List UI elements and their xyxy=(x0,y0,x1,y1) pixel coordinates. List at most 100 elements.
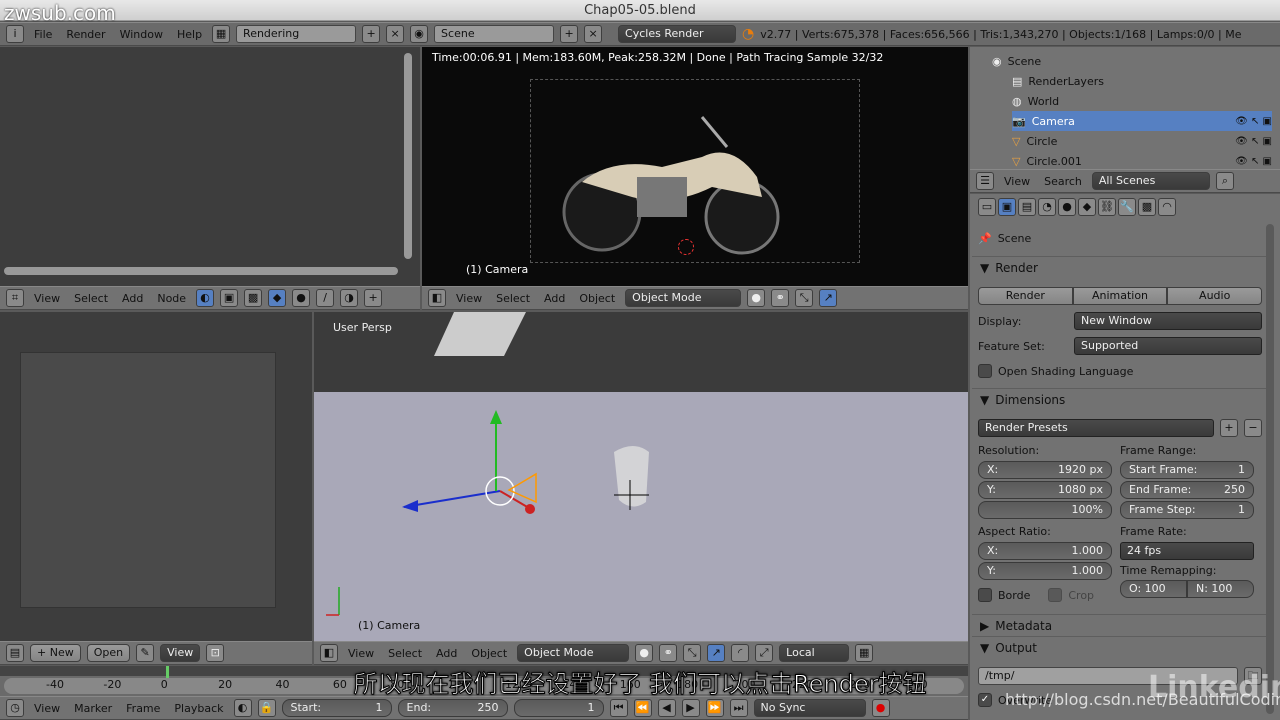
dimensions-panel-header[interactable]: ▼ Dimensions xyxy=(972,388,1266,410)
pivot-icon[interactable]: ⚭ xyxy=(659,644,678,662)
frame-rate-select[interactable]: 24 fps xyxy=(1120,542,1254,560)
menu-view[interactable]: View xyxy=(1000,175,1034,188)
pivot-icon[interactable]: ⚭ xyxy=(771,289,790,307)
render-view[interactable]: Time:00:06.91 | Mem:183.60M, Peak:258.32… xyxy=(422,47,968,286)
render-layers-tab-icon[interactable]: ▤ xyxy=(1018,198,1036,216)
editor-type-icon[interactable]: ▤ xyxy=(6,644,24,662)
translate-icon[interactable]: ↗ xyxy=(707,644,726,662)
current-frame-field[interactable]: 1 xyxy=(513,699,604,717)
manipulator-icon[interactable]: ⤡ xyxy=(683,644,702,662)
outliner-item[interactable]: ▤ RenderLayers xyxy=(1012,71,1272,91)
properties-scrollbar[interactable] xyxy=(1266,224,1274,714)
menu-view[interactable]: View xyxy=(452,292,486,305)
frame-step-field[interactable]: Frame Step: 1 xyxy=(1120,501,1254,519)
play-icon[interactable]: ▶ xyxy=(681,699,700,717)
vertical-scrollbar[interactable] xyxy=(404,53,412,259)
mode-select[interactable]: Object Mode xyxy=(517,644,630,662)
compositing-icon[interactable]: ▣ xyxy=(220,289,239,307)
menu-view[interactable]: View xyxy=(344,647,378,660)
next-key-icon[interactable]: ⏩ xyxy=(705,699,724,717)
menu-search[interactable]: Search xyxy=(1040,175,1086,188)
scale-icon[interactable]: ⤢ xyxy=(755,644,774,662)
scene-icon[interactable]: ◉ xyxy=(410,25,429,43)
keying-icon[interactable]: ◐ xyxy=(233,699,252,717)
node-editor[interactable] xyxy=(0,47,420,286)
menu-view[interactable]: View xyxy=(30,292,64,305)
material-icon[interactable]: ◑ xyxy=(340,289,359,307)
osl-checkbox[interactable] xyxy=(978,364,992,378)
outliner[interactable]: ◉ Scene ▤ RenderLayers ◍ World 📷 Camera 👁 ↖ ▣ ▽ Ci… xyxy=(970,47,1280,169)
menu-select[interactable]: Select xyxy=(384,647,426,660)
texture-icon[interactable]: ▩ xyxy=(244,289,263,307)
physics-tab-icon[interactable]: ◠ xyxy=(1158,198,1176,216)
resolution-y-field[interactable]: Y: 1080 px xyxy=(978,481,1112,499)
start-frame-field[interactable]: Start Frame: 1 xyxy=(1120,461,1254,479)
pin-icon[interactable]: 📌 xyxy=(978,232,992,245)
menu-add[interactable]: Add xyxy=(432,647,461,660)
editor-type-icon[interactable]: ☰ xyxy=(976,172,994,190)
scene-field[interactable]: Scene xyxy=(434,25,555,43)
shader-nodes-icon[interactable]: ◐ xyxy=(196,289,215,307)
prev-key-icon[interactable]: ⏪ xyxy=(633,699,652,717)
lock-icon[interactable]: 🔒 xyxy=(257,699,276,717)
info-editor-icon[interactable]: i xyxy=(6,25,24,43)
scene-tab-icon[interactable]: ◔ xyxy=(1038,198,1056,216)
add-preset-icon[interactable]: + xyxy=(1220,419,1238,437)
outliner-item[interactable]: ▽ Circle 👁 ↖ ▣ xyxy=(1012,131,1272,151)
manipulator-icon[interactable]: ⤡ xyxy=(795,289,814,307)
shading-icon[interactable]: ● xyxy=(635,644,654,662)
object-tab-icon[interactable]: ◆ xyxy=(1078,198,1096,216)
world-tab-icon[interactable]: ● xyxy=(1058,198,1076,216)
menu-select[interactable]: Select xyxy=(492,292,534,305)
editor-type-icon[interactable]: ▭ xyxy=(978,198,996,216)
translate-icon[interactable]: ↗ xyxy=(819,289,838,307)
editor-type-icon[interactable]: ⌗ xyxy=(6,289,24,307)
jump-end-icon[interactable]: ⏭ xyxy=(729,699,748,717)
render-engine-select[interactable]: Cycles Render xyxy=(618,25,737,43)
add-layout-icon[interactable]: + xyxy=(362,25,381,43)
resolution-percent-field[interactable]: 100% xyxy=(978,501,1112,519)
pivot-icon[interactable]: ⊡ xyxy=(206,644,225,662)
visibility-icons[interactable]: 👁 ↖ ▣ xyxy=(1235,116,1272,127)
end-frame-field[interactable]: End: 250 xyxy=(397,699,508,717)
editor-type-icon[interactable]: ◧ xyxy=(428,289,446,307)
remap-old-field[interactable]: O: 100 xyxy=(1120,580,1187,598)
render-presets-select[interactable]: Render Presets xyxy=(978,419,1214,437)
remove-preset-icon[interactable]: − xyxy=(1244,419,1262,437)
menu-file[interactable]: File xyxy=(30,28,56,41)
modifiers-tab-icon[interactable]: 🔧 xyxy=(1118,198,1136,216)
end-frame-field[interactable]: End Frame: 250 xyxy=(1120,481,1254,499)
pin-icon[interactable]: ✎ xyxy=(136,644,155,662)
menu-add[interactable]: Add xyxy=(540,292,569,305)
close-scene-icon[interactable]: × xyxy=(584,25,603,43)
menu-marker[interactable]: Marker xyxy=(70,702,116,715)
shading-icon[interactable]: ● xyxy=(747,289,766,307)
world-icon[interactable]: ● xyxy=(292,289,311,307)
add-icon[interactable]: + xyxy=(364,289,383,307)
render-tab-icon[interactable]: ▣ xyxy=(998,198,1016,216)
display-filter-select[interactable]: All Scenes xyxy=(1091,172,1210,190)
image-editor[interactable] xyxy=(0,312,312,641)
texture-tab-icon[interactable]: ▩ xyxy=(1138,198,1156,216)
menu-frame[interactable]: Frame xyxy=(122,702,164,715)
add-scene-icon[interactable]: + xyxy=(560,25,579,43)
outliner-item[interactable]: ◉ Scene xyxy=(992,51,1252,71)
view-mode-select[interactable]: View xyxy=(160,644,201,662)
editor-type-icon[interactable]: ◷ xyxy=(6,699,24,717)
rotate-icon[interactable]: ◜ xyxy=(731,644,750,662)
open-image-button[interactable]: Open xyxy=(86,644,131,662)
start-frame-field[interactable]: Start: 1 xyxy=(281,699,392,717)
visibility-icons[interactable]: 👁 ↖ ▣ xyxy=(1235,156,1272,167)
remap-new-field[interactable]: N: 100 xyxy=(1187,580,1254,598)
resolution-x-field[interactable]: X: 1920 px xyxy=(978,461,1112,479)
menu-add[interactable]: Add xyxy=(118,292,147,305)
object-icon[interactable]: ◆ xyxy=(268,289,287,307)
animation-button[interactable]: Animation xyxy=(1072,287,1168,305)
crop-checkbox[interactable] xyxy=(1048,588,1063,602)
outliner-item[interactable]: ◍ World xyxy=(1012,91,1272,111)
menu-select[interactable]: Select xyxy=(70,292,112,305)
layers-icon[interactable]: ▦ xyxy=(855,644,874,662)
render-panel-header[interactable]: ▼ Render xyxy=(972,256,1266,278)
record-icon[interactable]: ● xyxy=(871,699,890,717)
menu-render[interactable]: Render xyxy=(62,28,109,41)
